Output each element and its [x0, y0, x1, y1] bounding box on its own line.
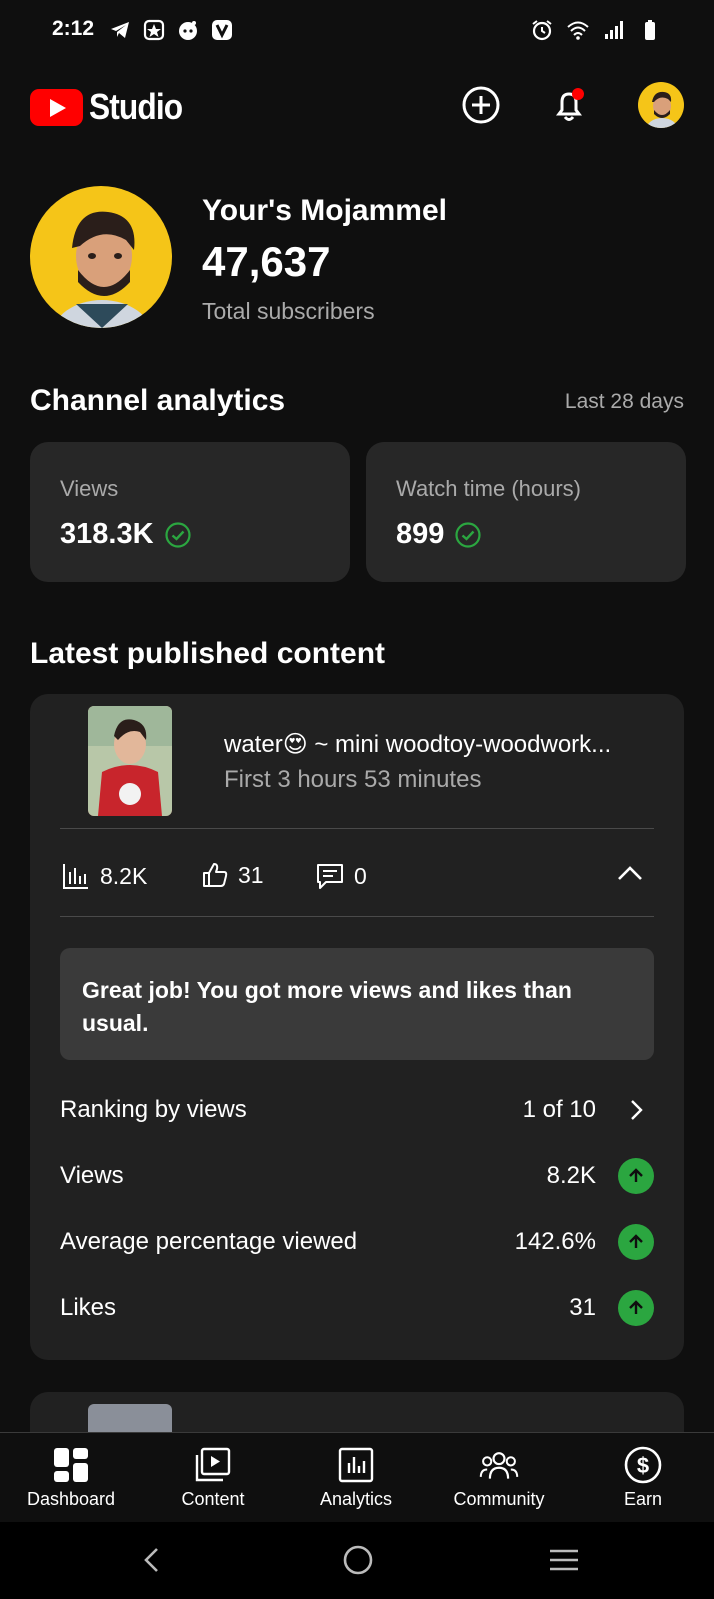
content-icon	[195, 1447, 231, 1482]
ranking-row[interactable]: Ranking by views 1 of 10	[60, 1090, 654, 1130]
nav-label: Content	[181, 1489, 245, 1509]
back-button[interactable]	[132, 1540, 172, 1580]
analytics-icon	[338, 1447, 374, 1483]
status-bar: 2:12	[0, 0, 714, 62]
bar-chart-icon	[63, 864, 88, 889]
v-app-icon	[212, 20, 232, 40]
row-label: Likes	[60, 1294, 117, 1321]
arrow-up-icon	[618, 1224, 654, 1260]
row-value: 8.2K	[546, 1162, 596, 1189]
reddit-icon	[179, 21, 197, 40]
alarm-icon	[532, 20, 552, 41]
stat-value: 318.3K	[60, 518, 154, 550]
gallery-icon	[143, 19, 165, 41]
chevron-up-icon	[618, 866, 642, 880]
create-button[interactable]	[456, 80, 506, 130]
signal-icon	[605, 21, 623, 39]
youtube-logo-icon	[30, 88, 83, 126]
notifications-button[interactable]	[544, 80, 594, 130]
video-thumbnail[interactable]	[88, 706, 172, 816]
studio-logo[interactable]: Studio	[30, 86, 195, 128]
row-label: Views	[60, 1162, 124, 1189]
nav-label: Dashboard	[26, 1489, 116, 1509]
home-icon	[343, 1545, 373, 1575]
app-header: Studio	[0, 70, 714, 140]
collapse-button[interactable]	[610, 854, 650, 894]
stat-label: Watch time (hours)	[396, 476, 582, 501]
latest-video-card: water😍 ~ mini woodtoy-woodwork... First …	[30, 694, 684, 1360]
avg-percentage-row: Average percentage viewed 142.6%	[60, 1222, 654, 1262]
arrow-up-icon	[618, 1158, 654, 1194]
subscriber-label: Total subscribers	[202, 298, 375, 324]
channel-summary: Your's Mojammel 47,637 Total subscribers	[30, 186, 690, 330]
views-count: 8.2K	[100, 862, 148, 889]
nav-dashboard[interactable]: Dashboard	[0, 1433, 142, 1523]
chevron-right-icon	[631, 1100, 643, 1120]
nav-label: Analytics	[319, 1489, 393, 1509]
row-value: 1 of 10	[522, 1096, 596, 1123]
divider	[60, 916, 654, 917]
check-circle-icon	[164, 521, 191, 548]
recents-button[interactable]	[544, 1540, 584, 1580]
subscriber-count: 47,637	[202, 238, 331, 285]
comment-icon	[317, 864, 343, 889]
status-time: 2:12	[52, 17, 95, 40]
stat-value: 899	[396, 518, 445, 550]
latest-content-title: Latest published content	[30, 637, 386, 670]
row-value: 31	[569, 1294, 596, 1321]
check-circle-icon	[455, 521, 481, 548]
row-label: Ranking by views	[60, 1096, 247, 1123]
wifi-icon	[567, 21, 589, 40]
account-avatar[interactable]	[638, 82, 684, 128]
back-icon	[144, 1548, 158, 1572]
logo-text: Studio	[89, 86, 183, 127]
telegram-icon	[111, 22, 129, 38]
likes-count: 31	[238, 861, 264, 888]
channel-name: Your's Mojammel	[202, 194, 447, 227]
nav-community[interactable]: Community	[428, 1433, 570, 1523]
nav-content[interactable]: Content	[142, 1433, 284, 1523]
row-value: 142.6%	[514, 1228, 596, 1255]
system-navigation-bar	[0, 1522, 714, 1599]
performance-insight: Great job! You got more views and likes …	[60, 948, 654, 1060]
thumbs-up-icon	[203, 863, 228, 887]
battery-icon	[645, 20, 655, 40]
bell-icon	[556, 88, 584, 121]
bottom-navigation: Dashboard Content Analytics Community $ …	[0, 1432, 714, 1522]
notification-dot	[572, 88, 584, 100]
likes-metric: 31	[200, 860, 264, 890]
nav-earn[interactable]: $ Earn	[572, 1433, 714, 1523]
video-title[interactable]: water😍 ~ mini woodtoy-woodwork...	[224, 730, 611, 759]
views-card[interactable]: Views 318.3K	[30, 442, 350, 582]
arrow-up-icon	[618, 1290, 654, 1326]
channel-avatar[interactable]	[30, 186, 172, 328]
comments-count: 0	[354, 862, 367, 889]
add-circle-icon	[462, 86, 500, 124]
home-button[interactable]	[338, 1540, 378, 1580]
menu-icon	[550, 1549, 578, 1571]
views-metric: 8.2K	[60, 860, 147, 892]
divider	[60, 828, 654, 829]
svg-text:$: $	[637, 1453, 649, 1478]
next-video-card[interactable]	[30, 1392, 684, 1432]
nav-label: Community	[453, 1489, 545, 1509]
analytics-title: Channel analytics	[30, 384, 286, 417]
video-subtitle: First 3 hours 53 minutes	[224, 766, 482, 793]
analytics-range: Last 28 days	[564, 390, 684, 413]
stat-label: Views	[60, 476, 119, 501]
video-thumbnail	[88, 1404, 172, 1432]
nav-label: Earn	[623, 1489, 663, 1509]
row-label: Average percentage viewed	[60, 1228, 358, 1255]
dashboard-icon	[54, 1448, 88, 1482]
views-row: Views 8.2K	[60, 1156, 654, 1196]
community-icon	[479, 1452, 519, 1479]
likes-row: Likes 31	[60, 1288, 654, 1328]
nav-analytics[interactable]: Analytics	[285, 1433, 427, 1523]
watch-time-card[interactable]: Watch time (hours) 899	[366, 442, 686, 582]
comments-metric: 0	[314, 860, 367, 892]
earn-icon: $	[624, 1446, 662, 1484]
